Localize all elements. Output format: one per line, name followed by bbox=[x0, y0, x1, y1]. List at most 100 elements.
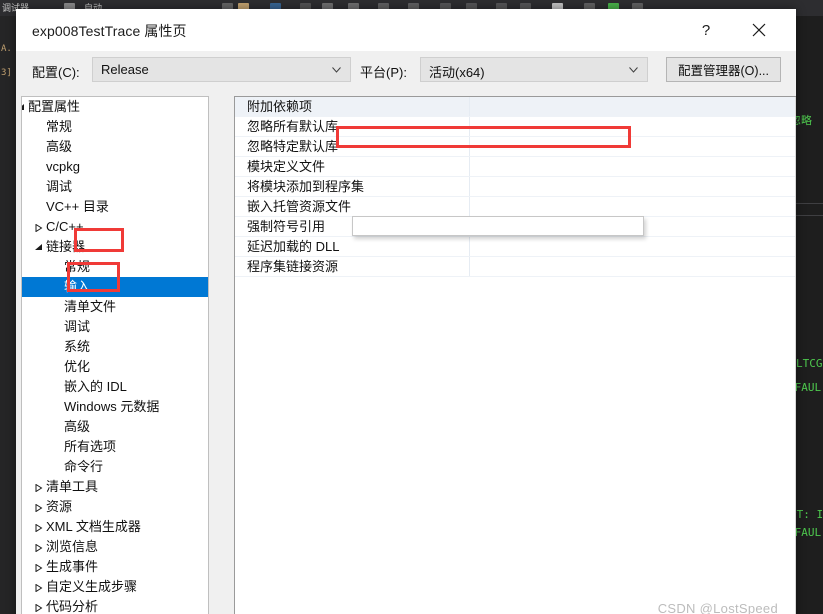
tree-item-label: 命令行 bbox=[64, 459, 104, 474]
platform-label: 平台(P): bbox=[360, 65, 407, 80]
platform-value: 活动(x64) bbox=[429, 65, 485, 80]
property-name: 附加依赖项 bbox=[247, 99, 313, 114]
tree-item[interactable]: 生成事件 bbox=[22, 557, 208, 577]
tree-item-label: 资源 bbox=[46, 499, 73, 514]
property-row[interactable]: 忽略特定默认库 bbox=[235, 137, 796, 157]
tree-item-label: 自定义生成步骤 bbox=[46, 579, 138, 594]
platform-combobox[interactable]: 活动(x64) bbox=[420, 57, 648, 82]
code-fragment-1: LTCG bbox=[796, 357, 823, 370]
tree-item-label: 代码分析 bbox=[46, 599, 99, 614]
tree-item[interactable]: 优化 bbox=[22, 357, 208, 377]
tree-item-label: 常规 bbox=[64, 259, 91, 274]
expander-collapsed-icon[interactable] bbox=[32, 497, 46, 517]
tree-item[interactable]: 系统 bbox=[22, 337, 208, 357]
tree-item-label: 输入 bbox=[64, 279, 91, 294]
configuration-tree[interactable]: 配置属性 常规 高级 vcpkg 调试 VC++ 目录 C/C++ 链接器 常规 输入 清单文件 调试… bbox=[21, 96, 209, 614]
configuration-combobox[interactable]: Release bbox=[92, 57, 351, 82]
close-button[interactable] bbox=[740, 15, 778, 45]
expander-expanded-icon[interactable] bbox=[22, 97, 28, 117]
tree-item-label: 配置属性 bbox=[28, 99, 81, 114]
tree-item-label: 清单文件 bbox=[64, 299, 117, 314]
screenshot-root: A. 3] 忽略 LTCG EFAUL PT: ICF EFAUL 调试器 自动 bbox=[0, 0, 823, 614]
tree-item[interactable]: 高级 bbox=[22, 417, 208, 437]
tree-item-label: 常规 bbox=[46, 119, 73, 134]
tree-item[interactable]: C/C++ bbox=[22, 217, 208, 237]
tree-item[interactable]: 调试 bbox=[22, 317, 208, 337]
dialog-body: 配置属性 常规 高级 vcpkg 调试 VC++ 目录 C/C++ 链接器 常规 输入 清单文件 调试… bbox=[16, 89, 796, 614]
configuration-value: Release bbox=[101, 62, 149, 77]
tree-item[interactable]: 输入 bbox=[22, 277, 208, 297]
property-row[interactable]: 将模块添加到程序集 bbox=[235, 177, 796, 197]
property-name: 嵌入托管资源文件 bbox=[247, 199, 352, 214]
expander-collapsed-icon[interactable] bbox=[32, 517, 46, 537]
watermark: CSDN @LostSpeed bbox=[657, 601, 778, 614]
tree-item-label: 链接器 bbox=[46, 239, 86, 254]
property-pages-dialog: exp008TestTrace 属性页 ? 配置(C): Release 平台(… bbox=[16, 9, 796, 614]
tree-item[interactable]: 调试 bbox=[22, 177, 208, 197]
property-name: 忽略所有默认库 bbox=[247, 119, 339, 134]
tree-item[interactable]: 资源 bbox=[22, 497, 208, 517]
expander-collapsed-icon[interactable] bbox=[32, 217, 46, 237]
config-manager-button[interactable]: 配置管理器(O)... bbox=[666, 57, 781, 82]
chevron-down-icon bbox=[332, 67, 341, 73]
gutter-fragment-0: A. bbox=[1, 44, 12, 54]
property-row[interactable]: 附加依赖项 bbox=[235, 97, 796, 117]
property-column-separator bbox=[469, 117, 470, 136]
tree-item[interactable]: 代码分析 bbox=[22, 597, 208, 614]
tree-item[interactable]: vcpkg bbox=[22, 157, 208, 177]
property-name: 模块定义文件 bbox=[247, 159, 326, 174]
expander-collapsed-icon[interactable] bbox=[32, 597, 46, 614]
tree-item-label: 所有选项 bbox=[64, 439, 117, 454]
tree-item[interactable]: 清单工具 bbox=[22, 477, 208, 497]
chevron-down-icon bbox=[629, 67, 638, 73]
tree-item-label: 系统 bbox=[64, 339, 91, 354]
tree-item-label: Windows 元数据 bbox=[64, 399, 160, 414]
help-button[interactable]: ? bbox=[688, 15, 724, 45]
ignore-specific-default-libraries-input[interactable] bbox=[352, 216, 644, 236]
tree-item-label: C/C++ bbox=[46, 219, 84, 234]
property-row[interactable]: 嵌入托管资源文件 bbox=[235, 197, 796, 217]
grid-right-edge bbox=[795, 97, 796, 614]
tree-item[interactable]: Windows 元数据 bbox=[22, 397, 208, 417]
property-grid[interactable]: 附加依赖项忽略所有默认库忽略特定默认库模块定义文件将模块添加到程序集 嵌入托管资源… bbox=[234, 96, 796, 614]
property-row[interactable]: 模块定义文件 bbox=[235, 157, 796, 177]
property-column-separator bbox=[469, 177, 470, 196]
property-row[interactable]: 忽略所有默认库 bbox=[235, 117, 796, 137]
tree-item[interactable]: 命令行 bbox=[22, 457, 208, 477]
gutter-fragment-1: 3] bbox=[1, 68, 12, 78]
expander-expanded-icon[interactable] bbox=[32, 237, 46, 257]
expander-collapsed-icon[interactable] bbox=[32, 577, 46, 597]
property-row[interactable]: 延迟加载的 DLL bbox=[235, 237, 796, 257]
tree-item-label: 清单工具 bbox=[46, 479, 99, 494]
tree-item[interactable]: VC++ 目录 bbox=[22, 197, 208, 217]
property-row[interactable]: 程序集链接资源 bbox=[235, 257, 796, 277]
property-column-separator bbox=[469, 157, 470, 176]
property-column-separator bbox=[469, 137, 470, 156]
expander-collapsed-icon[interactable] bbox=[32, 557, 46, 577]
property-name: 延迟加载的 DLL bbox=[247, 239, 340, 254]
expander-collapsed-icon[interactable] bbox=[32, 537, 46, 557]
tree-item[interactable]: 浏览信息 bbox=[22, 537, 208, 557]
property-column-separator bbox=[469, 97, 470, 116]
tree-item-label: 高级 bbox=[64, 419, 91, 434]
tree-item[interactable]: 嵌入的 IDL bbox=[22, 377, 208, 397]
tree-item[interactable]: 配置属性 bbox=[22, 97, 208, 117]
tree-item[interactable]: 常规 bbox=[22, 257, 208, 277]
tree-item-label: 浏览信息 bbox=[46, 539, 99, 554]
tree-item[interactable]: 高级 bbox=[22, 137, 208, 157]
tree-item[interactable]: 清单文件 bbox=[22, 297, 208, 317]
dialog-title-bar: exp008TestTrace 属性页 ? bbox=[16, 9, 796, 51]
property-name: 强制符号引用 bbox=[247, 219, 326, 234]
property-name: 程序集链接资源 bbox=[247, 259, 339, 274]
tree-item[interactable]: 所有选项 bbox=[22, 437, 208, 457]
tree-item[interactable]: 常规 bbox=[22, 117, 208, 137]
tree-item-label: 调试 bbox=[46, 179, 73, 194]
tree-item-label: 优化 bbox=[64, 359, 91, 374]
tree-item[interactable]: 链接器 bbox=[22, 237, 208, 257]
tree-item[interactable]: XML 文档生成器 bbox=[22, 517, 208, 537]
property-column-separator bbox=[469, 257, 470, 276]
tree-item[interactable]: 自定义生成步骤 bbox=[22, 577, 208, 597]
expander-collapsed-icon[interactable] bbox=[32, 477, 46, 497]
property-name: 将模块添加到程序集 bbox=[247, 179, 365, 194]
property-column-separator bbox=[469, 237, 470, 256]
